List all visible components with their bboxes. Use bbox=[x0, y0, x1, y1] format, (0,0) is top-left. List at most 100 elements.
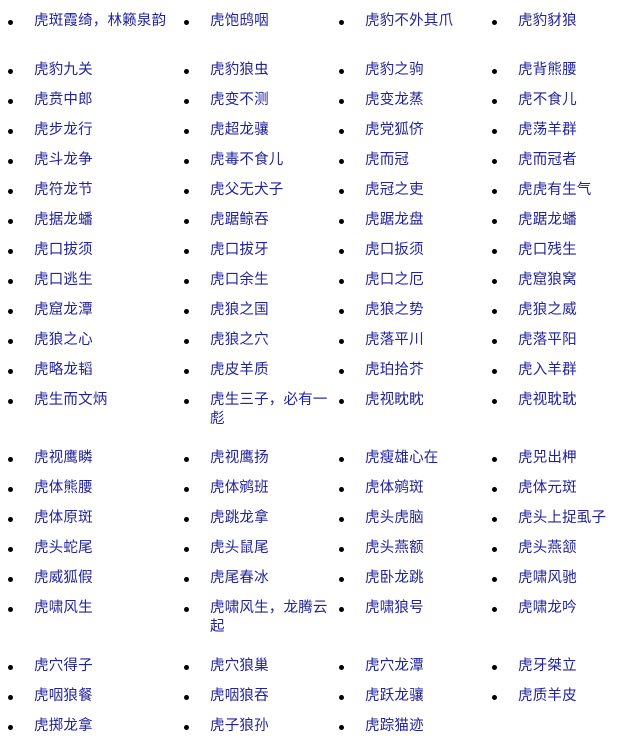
list-item[interactable]: 虎质羊皮 bbox=[484, 687, 641, 717]
list-item[interactable]: 虎入羊群 bbox=[484, 361, 641, 391]
list-item[interactable]: 虎牙桀立 bbox=[484, 657, 641, 687]
list-item[interactable]: 虎背熊腰 bbox=[484, 61, 641, 91]
list-item[interactable]: 虎卧龙跳 bbox=[331, 569, 484, 599]
list-item[interactable]: 虎啸风生，龙腾云起 bbox=[176, 599, 331, 657]
list-item[interactable]: 虎兕出柙 bbox=[484, 449, 641, 479]
list-item[interactable]: 虎贲中郎 bbox=[0, 91, 176, 121]
idiom-text: 虎党狐侪 bbox=[365, 122, 424, 138]
bullet-icon bbox=[184, 279, 189, 285]
list-item[interactable]: 虎踞龙蟠 bbox=[484, 211, 641, 241]
list-item[interactable]: 虎豹豺狼 bbox=[484, 12, 641, 61]
list-item[interactable]: 虎口拔牙 bbox=[176, 241, 331, 271]
list-item[interactable]: 虎皮羊质 bbox=[176, 361, 331, 391]
bullet-icon bbox=[184, 725, 189, 731]
list-item[interactable]: 虎体鹓斑 bbox=[331, 479, 484, 509]
list-item[interactable]: 虎踞龙盘 bbox=[331, 211, 484, 241]
list-item[interactable]: 虎变不测 bbox=[176, 91, 331, 121]
list-item[interactable]: 虎略龙韬 bbox=[0, 361, 176, 391]
list-item[interactable]: 虎威狐假 bbox=[0, 569, 176, 599]
list-item[interactable]: 虎父无犬子 bbox=[176, 181, 331, 211]
list-item[interactable]: 虎体鹓班 bbox=[176, 479, 331, 509]
list-item[interactable]: 虎步龙行 bbox=[0, 121, 176, 151]
idiom-text: 虎头鼠尾 bbox=[210, 540, 269, 556]
list-item[interactable]: 虎珀拾芥 bbox=[331, 361, 484, 391]
idiom-text: 虎变龙蒸 bbox=[365, 92, 424, 108]
list-item[interactable]: 虎尾春冰 bbox=[176, 569, 331, 599]
list-item[interactable]: 虎头鼠尾 bbox=[176, 539, 331, 569]
list-item[interactable]: 虎而冠 bbox=[331, 151, 484, 181]
list-item[interactable]: 虎不食儿 bbox=[484, 91, 641, 121]
list-item[interactable]: 虎体熊腰 bbox=[0, 479, 176, 509]
list-item[interactable]: 虎头虎脑 bbox=[331, 509, 484, 539]
list-item[interactable]: 虎瘦雄心在 bbox=[331, 449, 484, 479]
idiom-text: 虎视鹰瞵 bbox=[34, 450, 93, 466]
list-item[interactable]: 虎体元斑 bbox=[484, 479, 641, 509]
list-item[interactable]: 虎踪猫迹 bbox=[331, 717, 484, 747]
list-item[interactable]: 虎体原斑 bbox=[0, 509, 176, 539]
list-item[interactable]: 虎超龙骧 bbox=[176, 121, 331, 151]
list-item[interactable]: 虎视鹰扬 bbox=[176, 449, 331, 479]
list-item[interactable]: 虎啸风生 bbox=[0, 599, 176, 657]
list-item[interactable]: 虎视鹰瞵 bbox=[0, 449, 176, 479]
list-item[interactable]: 虎子狼孙 bbox=[176, 717, 331, 747]
idiom-text: 虎狼之国 bbox=[210, 302, 269, 318]
list-item[interactable]: 虎而冠者 bbox=[484, 151, 641, 181]
list-item[interactable]: 虎窟龙潭 bbox=[0, 301, 176, 331]
list-item[interactable]: 虎落平阳 bbox=[484, 331, 641, 361]
list-item[interactable]: 虎穴得子 bbox=[0, 657, 176, 687]
list-item[interactable]: 虎踞鲸吞 bbox=[176, 211, 331, 241]
list-item[interactable]: 虎视眈眈 bbox=[331, 391, 484, 449]
list-item[interactable]: 虎冠之吏 bbox=[331, 181, 484, 211]
list-item[interactable]: 虎荡羊群 bbox=[484, 121, 641, 151]
list-item[interactable]: 虎狼之势 bbox=[331, 301, 484, 331]
list-item[interactable]: 虎头上捉虱子 bbox=[484, 509, 641, 539]
idiom-text: 虎豹不外其爪 bbox=[365, 13, 454, 29]
list-item[interactable]: 虎落平川 bbox=[331, 331, 484, 361]
list-item[interactable]: 虎窟狼窝 bbox=[484, 271, 641, 301]
list-item[interactable]: 虎跳龙拿 bbox=[176, 509, 331, 539]
list-item[interactable]: 虎跃龙骧 bbox=[331, 687, 484, 717]
list-item[interactable]: 虎豹之驹 bbox=[331, 61, 484, 91]
list-item[interactable]: 虎豹九关 bbox=[0, 61, 176, 91]
list-item[interactable]: 虎口逃生 bbox=[0, 271, 176, 301]
list-item[interactable]: 虎咽狼餐 bbox=[0, 687, 176, 717]
list-item[interactable]: 虎头燕额 bbox=[331, 539, 484, 569]
list-item[interactable]: 虎狼之穴 bbox=[176, 331, 331, 361]
list-item[interactable]: 虎狼之心 bbox=[0, 331, 176, 361]
list-item[interactable]: 虎口余生 bbox=[176, 271, 331, 301]
list-item[interactable]: 虎穴龙潭 bbox=[331, 657, 484, 687]
bullet-icon bbox=[339, 577, 344, 583]
list-item[interactable]: 虎生三子，必有一彪 bbox=[176, 391, 331, 449]
idiom-list-column-4: 虎豹豺狼 虎背熊腰 虎不食儿 虎荡羊群 虎而冠者 虎虎有生气 虎踞龙蟠 虎口残生 虎窟狼窝 虎狼之… bbox=[484, 12, 641, 717]
list-item[interactable]: 虎口残生 bbox=[484, 241, 641, 271]
list-item[interactable]: 虎狼之国 bbox=[176, 301, 331, 331]
list-item[interactable]: 虎口拔须 bbox=[0, 241, 176, 271]
bullet-icon bbox=[184, 339, 189, 345]
list-item[interactable]: 虎头燕颔 bbox=[484, 539, 641, 569]
list-item[interactable]: 虎变龙蒸 bbox=[331, 91, 484, 121]
list-item[interactable]: 虎斑霞绮，林籁泉韵 bbox=[0, 12, 176, 61]
list-item[interactable]: 虎穴狼巢 bbox=[176, 657, 331, 687]
list-item[interactable]: 虎咽狼吞 bbox=[176, 687, 331, 717]
list-item[interactable]: 虎啸狼号 bbox=[331, 599, 484, 657]
list-item[interactable]: 虎掷龙拿 bbox=[0, 717, 176, 747]
list-item[interactable]: 虎斗龙争 bbox=[0, 151, 176, 181]
bullet-icon bbox=[492, 577, 497, 583]
list-item[interactable]: 虎生而文炳 bbox=[0, 391, 176, 449]
list-item[interactable]: 虎毒不食儿 bbox=[176, 151, 331, 181]
list-item[interactable]: 虎狼之威 bbox=[484, 301, 641, 331]
list-item[interactable]: 虎视耽耽 bbox=[484, 391, 641, 449]
list-item[interactable]: 虎口扳须 bbox=[331, 241, 484, 271]
list-item[interactable]: 虎头蛇尾 bbox=[0, 539, 176, 569]
bullet-icon bbox=[339, 665, 344, 671]
list-item[interactable]: 虎豹狼虫 bbox=[176, 61, 331, 91]
list-item[interactable]: 虎虎有生气 bbox=[484, 181, 641, 211]
list-item[interactable]: 虎啸龙吟 bbox=[484, 599, 641, 657]
list-item[interactable]: 虎符龙节 bbox=[0, 181, 176, 211]
list-item[interactable]: 虎据龙蟠 bbox=[0, 211, 176, 241]
list-item[interactable]: 虎饱鸱咽 bbox=[176, 12, 331, 61]
list-item[interactable]: 虎口之厄 bbox=[331, 271, 484, 301]
list-item[interactable]: 虎啸风驰 bbox=[484, 569, 641, 599]
list-item[interactable]: 虎党狐侪 bbox=[331, 121, 484, 151]
list-item[interactable]: 虎豹不外其爪 bbox=[331, 12, 484, 61]
